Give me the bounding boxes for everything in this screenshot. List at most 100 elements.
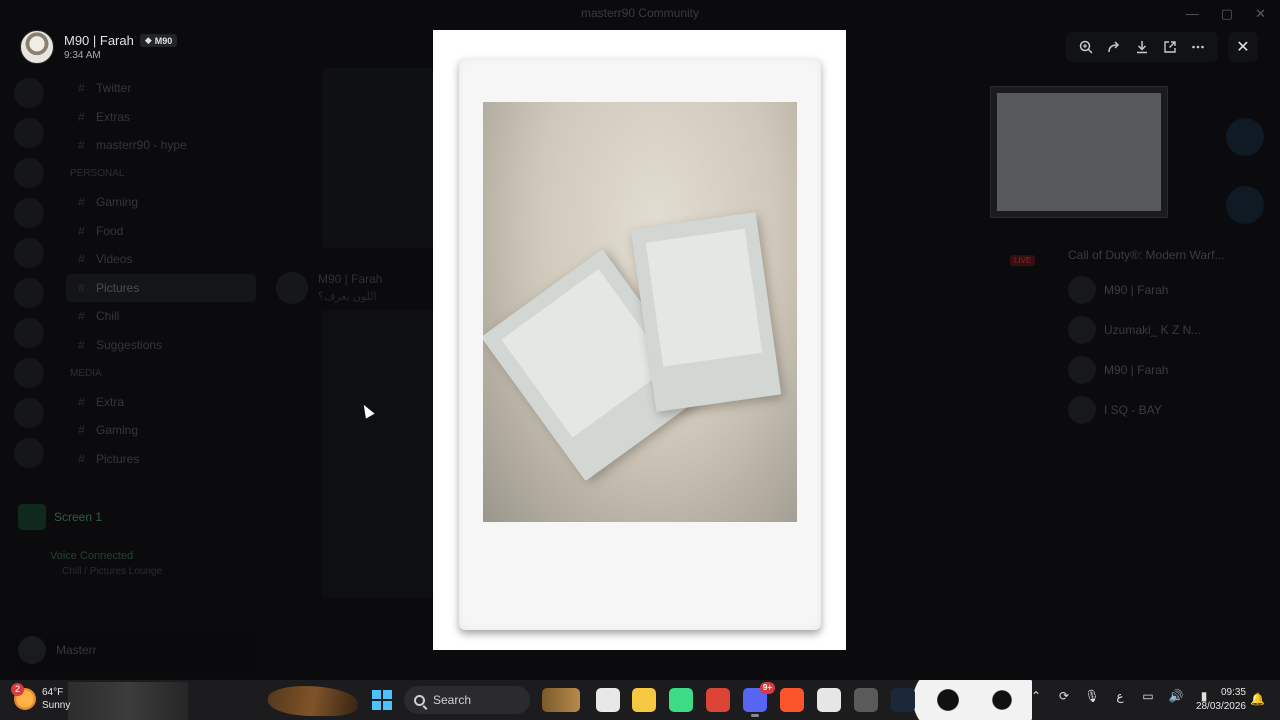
discord-icon[interactable]: 9+ [743, 682, 775, 717]
live-badge: LIVE [1010, 255, 1036, 266]
server-badge-icon [1226, 186, 1264, 224]
channel-label: Food [96, 223, 124, 238]
hash-icon: # [78, 337, 85, 352]
volume-icon[interactable]: 🔊 [1168, 688, 1184, 704]
member-list: Call of Duty®: Modern Warf... M90 | Fara… [1068, 240, 1278, 430]
server-icon [14, 318, 44, 348]
open-external-icon[interactable] [1159, 36, 1181, 58]
notification-badge: 9+ [759, 682, 775, 694]
voice-status: Voice Connected [50, 550, 134, 562]
channel-item: # Videos [66, 245, 256, 274]
message-text: اللون بعرف؟ [318, 291, 377, 303]
channel-category: Personal [66, 160, 256, 189]
hash-icon: # [78, 252, 85, 267]
channel-label: Gaming [96, 423, 139, 438]
avatar [20, 30, 54, 64]
server-icon [14, 118, 44, 148]
channel-item: # Pictures [66, 273, 256, 302]
system-tray: ⌃ ⟳ 🎙 ع ▭ 🔊 ▮ [1028, 688, 1212, 704]
window-title: masterr90 Community [580, 6, 700, 20]
stream-preview [990, 86, 1168, 218]
hash-icon: # [78, 309, 85, 324]
server-tag-label: M90 [154, 35, 173, 46]
channel-list: # Twitter # Extras # masterr90 - hype Personal… [66, 74, 256, 473]
channel-label: Pictures [96, 451, 140, 466]
activity-text: Call of Duty®: Modern Warf... [1068, 248, 1225, 262]
hash-icon: # [78, 223, 85, 238]
chat-message: M90 | Farah اللون بعرف؟ [276, 272, 382, 304]
member-item: I SQ - BAY [1068, 390, 1278, 430]
microphone-icon[interactable]: 🎙 [1084, 688, 1100, 704]
channel-item: # Gaming [66, 416, 256, 445]
channel-category: Media [66, 359, 256, 388]
screen-share-icon [18, 504, 46, 530]
brave-icon[interactable] [780, 688, 804, 712]
member-name: M90 | Farah [1104, 283, 1169, 297]
hash-icon: # [78, 423, 85, 438]
uploader-name: M90 | Farah [64, 33, 134, 48]
android-app-icon[interactable] [669, 688, 693, 712]
server-icon [14, 438, 44, 468]
zoom-in-icon[interactable] [1075, 36, 1097, 58]
network-icon[interactable]: ▭ [1140, 688, 1156, 704]
enlarged-image[interactable] [433, 30, 846, 650]
search-icon [414, 694, 425, 706]
hash-icon: # [78, 451, 85, 466]
channel-label: Extras [96, 109, 131, 124]
close-viewer-button[interactable]: ✕ [1228, 32, 1258, 62]
notification-badge: 2 [11, 683, 24, 696]
avatar [1068, 276, 1096, 304]
weather-temperature: 64°F [42, 687, 64, 698]
hash-icon: # [78, 195, 85, 210]
server-badge-icon [1226, 118, 1264, 156]
soccer-ball-decoration [912, 680, 1032, 720]
taskbar-search[interactable]: Search [404, 686, 530, 714]
weather-widget[interactable]: 2 64°F Sunny [11, 683, 71, 712]
channel-label: Videos [96, 252, 133, 267]
taskbar-clock[interactable]: 09:35 28/03/2026 [1186, 686, 1246, 714]
server-icon [14, 198, 44, 228]
channel-label: Gaming [96, 195, 139, 210]
more-icon[interactable] [1187, 36, 1209, 58]
search-highlight-icon[interactable] [542, 688, 580, 712]
task-view-icon[interactable] [596, 688, 620, 712]
channel-item: # Food [66, 217, 256, 246]
file-explorer-icon[interactable] [632, 688, 656, 712]
avatar [1068, 356, 1096, 384]
wallpaper-decoration [68, 682, 188, 720]
activity-row: Call of Duty®: Modern Warf... [1068, 240, 1278, 270]
weather-description: Sunny [42, 700, 71, 711]
channel-label: Chill [96, 309, 120, 324]
sync-icon[interactable]: ⟳ [1056, 688, 1072, 704]
start-button[interactable] [372, 690, 392, 710]
notification-bell-icon[interactable]: 🔔 [1250, 692, 1265, 706]
steelseries-icon[interactable] [817, 688, 841, 712]
close-icon: ✕ [1236, 39, 1250, 56]
instant-photo-print [459, 58, 821, 630]
server-rail [0, 68, 58, 628]
language-indicator[interactable]: ع [1112, 688, 1128, 704]
member-item: Uzumaki_ K Z N... [1068, 310, 1278, 350]
channel-label: Media [70, 367, 102, 379]
download-icon[interactable] [1131, 36, 1153, 58]
photo-content [483, 102, 797, 522]
clock-date: 28/03/2026 [1195, 701, 1246, 712]
channel-item: # Extra [66, 388, 256, 417]
server-icon [14, 238, 44, 268]
message-author: M90 | Farah [318, 272, 383, 286]
forward-icon[interactable] [1103, 36, 1125, 58]
bm-app-icon[interactable] [854, 688, 878, 712]
channel-label: Twitter [96, 81, 132, 96]
server-icon [14, 358, 44, 388]
server-icon [14, 78, 44, 108]
steam-icon[interactable] [891, 688, 915, 712]
member-name: I SQ - BAY [1104, 403, 1162, 417]
avatar [18, 636, 46, 664]
server-icon [14, 278, 44, 308]
member-item: M90 | Farah [1068, 350, 1278, 390]
channel-label: masterr90 - hype [96, 138, 187, 153]
chevron-up-icon[interactable]: ⌃ [1028, 688, 1044, 704]
chrome-icon[interactable] [706, 688, 730, 712]
channel-item: # Extras [66, 103, 256, 132]
window-close-icon: ✕ [1255, 6, 1266, 21]
